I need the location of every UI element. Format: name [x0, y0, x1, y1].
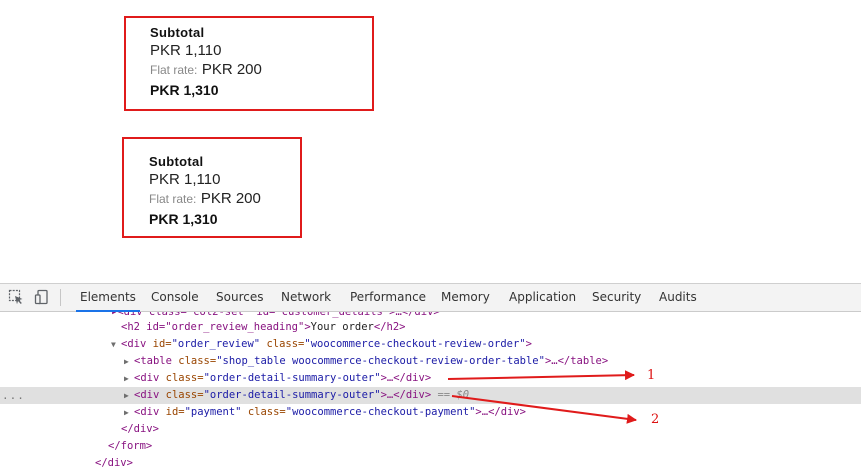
- dom-node-close-div[interactable]: </div>: [0, 421, 861, 438]
- tag-end: >: [525, 338, 532, 350]
- tag-name: <div: [134, 389, 160, 401]
- subtotal-label: Subtotal: [149, 154, 204, 169]
- attr-name: class=: [266, 338, 305, 350]
- tag-end: >…</div>: [475, 406, 526, 418]
- dom-node-code: <table class="shop_table woocommerce-che…: [134, 353, 608, 370]
- tag-end: >…</div>: [380, 372, 432, 384]
- tag-open: <h2 id="order_review_heading">: [121, 321, 311, 333]
- attr-name: class=: [165, 389, 204, 401]
- dom-node-code: <div id="order_review" class="woocommerc…: [121, 336, 532, 353]
- tab-network[interactable]: Network: [281, 284, 331, 311]
- shipping-row: Flat rate: PKR 200: [149, 189, 300, 209]
- dom-node-order-review[interactable]: ▼ <div id="order_review" class="woocomme…: [0, 336, 861, 353]
- triangle-collapsed-icon[interactable]: ▶: [124, 370, 129, 387]
- attr-value: "payment": [184, 406, 242, 418]
- attr-value: "order-detail-summary-outer": [203, 372, 381, 384]
- total-value: PKR 1,310: [149, 211, 218, 227]
- annotation-label-2: 2: [651, 412, 660, 427]
- tab-sources[interactable]: Sources: [216, 284, 263, 311]
- dom-node-order-detail-summary-2[interactable]: ... ▶ <div class="order-detail-summary-o…: [0, 387, 861, 404]
- triangle-collapsed-icon[interactable]: ▶: [124, 404, 129, 421]
- attr-name: class=: [165, 372, 204, 384]
- flat-rate-label: Flat rate:: [149, 192, 197, 206]
- order-summary-box-1: Subtotal PKR 1,110 Flat rate: PKR 200 PK…: [124, 16, 374, 111]
- total-value: PKR 1,310: [150, 82, 219, 98]
- tag-name: <div: [134, 372, 160, 384]
- devtools-toolbar: Elements Console Sources Network Perform…: [0, 284, 861, 312]
- dom-tree: ▸<div class="col2-set" id="customer_deta…: [0, 312, 861, 471]
- dom-node-close-form[interactable]: </form>: [0, 438, 861, 455]
- dom-node-code: <div class="order-detail-summary-outer">…: [134, 387, 469, 404]
- attr-value: "order_review": [171, 338, 261, 350]
- dom-node-code: <div id="payment" class="woocommerce-che…: [134, 404, 526, 421]
- tag-end: >…</div>: [380, 389, 432, 401]
- flat-rate-value: PKR 200: [201, 61, 262, 78]
- subtotal-label: Subtotal: [150, 25, 205, 40]
- triangle-collapsed-icon[interactable]: ▶: [124, 387, 129, 404]
- triangle-collapsed-icon[interactable]: ▶: [124, 353, 129, 370]
- subtotal-value: PKR 1,110: [149, 171, 221, 188]
- attr-value: "woocommerce-checkout-payment": [285, 406, 476, 418]
- order-summary-box-2: Subtotal PKR 1,110 Flat rate: PKR 200 PK…: [122, 137, 302, 238]
- row-menu-icon[interactable]: ...: [2, 387, 25, 404]
- flat-rate-value: PKR 200: [200, 190, 261, 207]
- tag-close: </h2>: [373, 321, 406, 333]
- close-tag: </form>: [108, 440, 153, 452]
- tab-memory[interactable]: Memory: [441, 284, 490, 311]
- tag-name: <div: [121, 338, 147, 350]
- tab-application[interactable]: Application: [509, 284, 576, 311]
- device-toolbar-icon[interactable]: [34, 289, 50, 305]
- attr-value: "shop_table woocommerce-checkout-review-…: [216, 355, 545, 367]
- tag-end: >…</table>: [544, 355, 609, 367]
- attr-name: class=: [247, 406, 286, 418]
- toolbar-divider: [60, 289, 61, 306]
- shipping-row: Flat rate: PKR 200: [150, 60, 372, 80]
- tab-elements[interactable]: Elements: [76, 284, 140, 312]
- dom-node-close-div-outer[interactable]: </div>: [0, 455, 861, 471]
- selected-node-marker: == $0: [437, 389, 470, 401]
- dom-node-order-review-heading[interactable]: <h2 id="order_review_heading">Your order…: [0, 319, 861, 336]
- annotation-label-1: 1: [647, 368, 656, 383]
- tab-security[interactable]: Security: [592, 284, 641, 311]
- tab-performance[interactable]: Performance: [350, 284, 426, 311]
- close-tag: </div>: [121, 423, 159, 435]
- dom-node-code: <div class="order-detail-summary-outer">…: [134, 370, 431, 387]
- attr-name: class=: [178, 355, 217, 367]
- tag-name: <div: [134, 406, 160, 418]
- attr-name: id=: [165, 406, 185, 418]
- tab-console[interactable]: Console: [151, 284, 199, 311]
- dom-node-code: <h2 id="order_review_heading">Your order…: [121, 319, 405, 336]
- tag-name: <table: [134, 355, 172, 367]
- dom-node-shop-table[interactable]: ▶ <table class="shop_table woocommerce-c…: [0, 353, 861, 370]
- devtools-panel: Elements Console Sources Network Perform…: [0, 283, 861, 471]
- tab-audits[interactable]: Audits: [659, 284, 697, 311]
- attr-value: "order-detail-summary-outer": [203, 389, 381, 401]
- triangle-expanded-icon[interactable]: ▼: [111, 336, 116, 353]
- flat-rate-label: Flat rate:: [150, 63, 198, 77]
- tag-text: Your order: [310, 321, 374, 333]
- subtotal-value: PKR 1,110: [150, 42, 222, 59]
- attr-name: id=: [152, 338, 172, 350]
- dom-node-payment[interactable]: ▶ <div id="payment" class="woocommerce-c…: [0, 404, 861, 421]
- close-tag: </div>: [95, 457, 133, 469]
- attr-value: "woocommerce-checkout-review-order": [304, 338, 526, 350]
- inspect-element-icon[interactable]: [8, 289, 24, 305]
- dom-node-order-detail-summary-1[interactable]: ▶ <div class="order-detail-summary-outer…: [0, 370, 861, 387]
